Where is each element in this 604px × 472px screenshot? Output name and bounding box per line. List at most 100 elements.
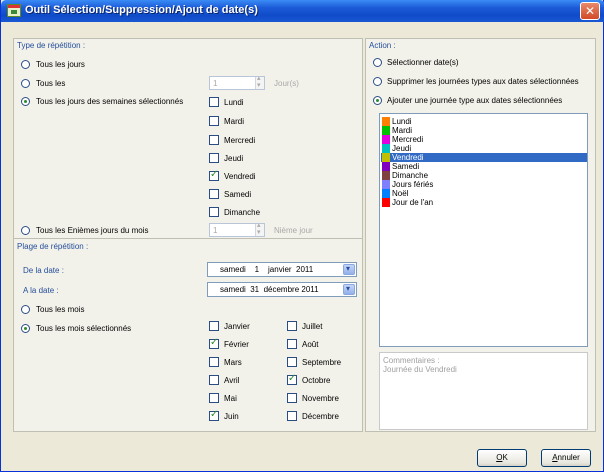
day-type-label: Jeudi: [392, 144, 412, 153]
delete-day-types-radio[interactable]: [373, 77, 382, 86]
weekday-label: Jeudi: [224, 154, 244, 163]
day-type-label: Noël: [392, 189, 409, 198]
to-date-value: samedi 31 décembre 2011: [220, 285, 319, 294]
from-date-picker[interactable]: samedi 1 janvier 2011: [207, 262, 357, 277]
month-label: Mai: [224, 394, 237, 403]
month-checkbox-mars[interactable]: [209, 357, 219, 367]
month-checkbox-septembre[interactable]: [287, 357, 297, 367]
month-label: Mars: [224, 358, 242, 367]
month-checkbox-octobre[interactable]: [287, 373, 297, 385]
day-type-item[interactable]: Dimanche: [381, 171, 587, 180]
selected-weekdays-label: Tous les jours des semaines sélectionnés: [36, 97, 184, 106]
day-type-list[interactable]: Lundi Mardi Mercredi Jeudi Vendredi Same…: [379, 113, 588, 347]
month-checkbox-novembre[interactable]: [287, 393, 297, 403]
month-label: Février: [224, 340, 249, 349]
selected-months-label: Tous les mois sélectionnés: [36, 324, 132, 333]
weekday-label: Mardi: [224, 117, 245, 126]
weekday-checkbox-vendredi[interactable]: [209, 169, 219, 181]
day-type-label: Jour de l'an: [392, 198, 434, 207]
month-label: Avril: [224, 376, 240, 385]
month-checkbox-juillet[interactable]: [287, 321, 297, 331]
chevron-down-icon[interactable]: [343, 264, 355, 275]
day-type-item[interactable]: Samedi: [381, 162, 587, 171]
action-title: Action :: [369, 41, 396, 50]
day-type-item[interactable]: Jour de l'an: [381, 198, 587, 207]
from-date-label: De la date :: [23, 266, 64, 275]
spinner-arrows-icon[interactable]: [255, 221, 264, 236]
group-divider: [14, 238, 362, 239]
month-checkbox-mai[interactable]: [209, 393, 219, 403]
weekday-checkbox-samedi[interactable]: [209, 189, 219, 199]
delete-day-types-label: Supprimer les journées types aux dates s…: [387, 77, 579, 86]
every-month-label: Tous les mois: [36, 305, 85, 314]
day-type-item[interactable]: Mercredi: [381, 135, 587, 144]
add-day-type-label: Ajouter une journée type aux dates sélec…: [387, 96, 563, 105]
weekday-checkbox-mercredi[interactable]: [209, 135, 219, 145]
title-bar[interactable]: Outil Sélection/Suppression/Ajout de dat…: [1, 0, 604, 22]
month-checkbox-aout[interactable]: [287, 339, 297, 349]
weekday-checkbox-lundi[interactable]: [209, 97, 219, 107]
weekday-label: Dimanche: [224, 208, 261, 217]
day-type-item[interactable]: Jours fériés: [381, 180, 587, 189]
selected-weekdays-radio[interactable]: [21, 97, 30, 106]
month-label: Septembre: [302, 358, 342, 367]
day-type-item[interactable]: Noël: [381, 189, 587, 198]
month-checkbox-fevrier[interactable]: [209, 337, 219, 349]
weekday-label: Lundi: [224, 98, 244, 107]
month-checkbox-juin[interactable]: [209, 409, 219, 421]
selected-months-radio[interactable]: [21, 324, 30, 333]
every-n-days-radio[interactable]: [21, 79, 30, 88]
add-day-type-radio[interactable]: [373, 96, 382, 105]
from-date-value: samedi 1 janvier 2011: [220, 265, 314, 274]
every-day-radio[interactable]: [21, 60, 30, 69]
color-swatch: [382, 126, 390, 135]
every-n-days-spinner[interactable]: 1: [209, 74, 265, 90]
select-dates-radio[interactable]: [373, 58, 382, 67]
nth-day-spinner[interactable]: 1: [209, 221, 265, 237]
month-label: Décembre: [302, 412, 339, 421]
color-swatch: [382, 189, 390, 198]
month-label: Novembre: [302, 394, 339, 403]
color-swatch: [382, 117, 390, 126]
comments-box[interactable]: Commentaires : Journée du Vendredi: [379, 352, 588, 430]
month-label: Juin: [224, 412, 239, 421]
every-n-days-value: 1: [213, 79, 218, 88]
cancel-button[interactable]: Annuler: [541, 449, 591, 467]
to-date-picker[interactable]: samedi 31 décembre 2011: [207, 282, 357, 297]
select-dates-label: Sélectionner date(s): [387, 58, 459, 67]
color-swatch: [382, 144, 390, 153]
day-type-item[interactable]: Mardi: [381, 126, 587, 135]
month-checkbox-avril[interactable]: [209, 375, 219, 385]
day-type-item[interactable]: Lundi: [381, 117, 587, 126]
chevron-down-icon[interactable]: [343, 284, 355, 295]
month-checkbox-janvier[interactable]: [209, 321, 219, 331]
ok-button[interactable]: OK: [477, 449, 527, 467]
nth-day-radio[interactable]: [21, 226, 30, 235]
weekday-label: Mercredi: [224, 136, 256, 145]
month-label: Octobre: [302, 376, 331, 385]
day-type-item-selected[interactable]: Vendredi: [381, 153, 587, 162]
weekday-label: Samedi: [224, 190, 252, 199]
color-swatch: [382, 162, 390, 171]
month-checkbox-decembre[interactable]: [287, 411, 297, 421]
day-type-item[interactable]: Jeudi: [381, 144, 587, 153]
day-type-label: Mercredi: [392, 135, 424, 144]
day-type-label: Lundi: [392, 117, 412, 126]
spinner-arrows-icon[interactable]: [255, 74, 264, 89]
color-swatch: [382, 135, 390, 144]
window-title: Outil Sélection/Suppression/Ajout de dat…: [25, 4, 258, 16]
close-button[interactable]: ✕: [580, 2, 600, 20]
weekday-checkbox-mardi[interactable]: [209, 116, 219, 126]
weekday-checkbox-jeudi[interactable]: [209, 153, 219, 163]
every-month-radio[interactable]: [21, 305, 30, 314]
weekday-checkbox-dimanche[interactable]: [209, 207, 219, 217]
ok-label-rest: K: [502, 453, 508, 462]
color-swatch: [382, 198, 390, 207]
day-type-label: Vendredi: [392, 153, 424, 162]
range-title: Plage de répétition :: [17, 242, 89, 251]
color-swatch: [382, 180, 390, 189]
month-label: Janvier: [224, 322, 250, 331]
day-type-label: Mardi: [392, 126, 413, 135]
nth-day-label: Tous les Enièmes jours du mois: [36, 226, 149, 235]
every-n-days-label: Tous les: [36, 79, 66, 88]
